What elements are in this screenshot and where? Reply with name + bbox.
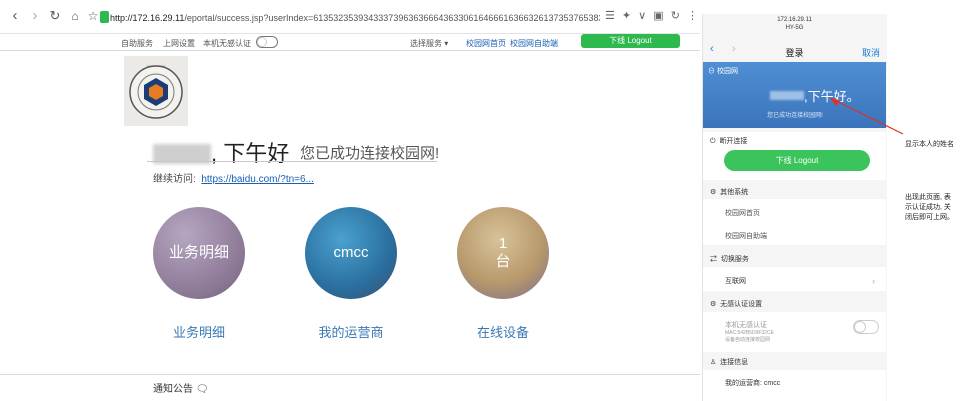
annotation-success: 出现此页面, 表 示认证成功, 关 闭后即可上网。 [905,194,954,221]
annotation-arrow [830,98,904,135]
annotation-name: 显示本人的姓名 [905,141,954,148]
